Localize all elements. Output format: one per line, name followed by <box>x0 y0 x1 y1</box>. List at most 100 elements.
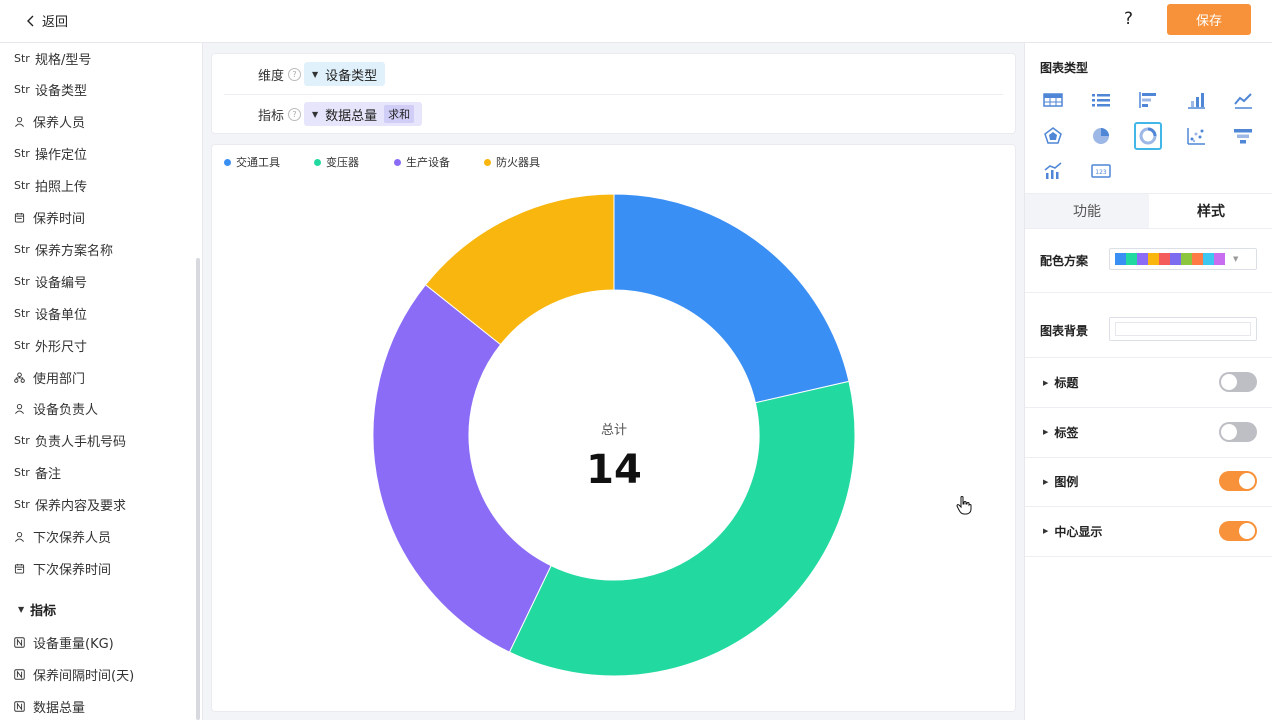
chart-type-title: 图表类型 <box>1040 61 1089 75</box>
field-item-label: 保养时间 <box>33 212 86 227</box>
field-item-label: 操作定位 <box>35 148 88 164</box>
field-item[interactable]: Str 保养方案名称 <box>14 239 113 259</box>
bar-chart-icon-glyph <box>1187 93 1205 109</box>
field-item-label: 保养方案名称 <box>35 243 114 259</box>
user-icon <box>14 116 30 128</box>
hand-cursor-icon <box>956 496 972 515</box>
aggregation-badge[interactable]: 求和 <box>384 105 415 123</box>
line-chart-icon[interactable] <box>1229 86 1257 114</box>
tab-style[interactable]: 样式 <box>1149 194 1272 228</box>
option-toggle[interactable] <box>1219 372 1257 392</box>
caret-right-icon: ▶ <box>1043 527 1049 535</box>
field-item-label: 备注 <box>35 467 62 483</box>
option-row[interactable]: ▶ 标题 <box>1025 358 1272 408</box>
field-item[interactable]: Str 保养内容及要求 <box>14 495 126 515</box>
option-row[interactable]: ▶ 图例 <box>1025 457 1272 507</box>
option-toggle[interactable] <box>1219 421 1257 442</box>
scatter-chart-icon[interactable] <box>1182 122 1210 150</box>
caret-down-icon: ▼ <box>312 109 319 119</box>
field-item-label: 设备重量(KG) <box>33 636 114 652</box>
detail-table-icon[interactable] <box>1087 86 1115 114</box>
text-type-icon: Str <box>14 147 30 161</box>
number-card-icon[interactable]: 123 <box>1087 157 1115 185</box>
option-label-text: 中心显示 <box>1054 524 1103 539</box>
donut-slice-1[interactable] <box>508 380 856 677</box>
donut-slice-2[interactable] <box>372 284 552 653</box>
field-list-panel: ▼ 指标 Str 规格/型号 Str 设备类型 保养人员 Str 操作定位 Str 拍照上传 保养… <box>0 43 203 720</box>
background-color-picker[interactable] <box>1109 317 1257 341</box>
field-item-label: 设备编号 <box>35 275 88 291</box>
horizontal-bar-icon[interactable] <box>1134 86 1162 114</box>
metrics-section-label: 指标 <box>30 604 57 619</box>
palette-label: 配色方案 <box>1040 254 1089 268</box>
combo-chart-icon[interactable] <box>1039 157 1067 185</box>
field-item[interactable]: Str 操作定位 <box>14 144 87 164</box>
detail-table-icon-glyph <box>1091 94 1110 107</box>
field-item[interactable]: Str 设备类型 <box>14 80 87 100</box>
field-item[interactable]: Str 规格/型号 <box>14 48 91 68</box>
field-item[interactable]: Str 设备单位 <box>14 303 87 323</box>
metrics-section-header[interactable]: ▼ 指标 <box>18 600 56 619</box>
caret-right-icon: ▶ <box>1043 378 1049 387</box>
field-item[interactable]: Str 外形尺寸 <box>14 335 87 355</box>
pie-chart-icon[interactable] <box>1087 122 1115 150</box>
field-item[interactable]: 设备负责人 <box>14 399 98 419</box>
field-list-scrollbar[interactable] <box>196 258 200 720</box>
field-item[interactable]: 使用部门 <box>14 367 85 387</box>
metric-label-text: 指标 <box>258 108 285 124</box>
horizontal-bar-icon-glyph <box>1139 92 1156 108</box>
help-circle-icon[interactable]: ? <box>288 67 302 81</box>
config-panel: 维度 ? ▼ 设备类型 指标 ? ▼ 数据总量 求和 <box>211 53 1016 134</box>
field-item[interactable]: 保养间隔时间(天) <box>14 664 134 684</box>
dimension-row: 维度 ? ▼ 设备类型 <box>212 59 1015 89</box>
dimension-label: 维度 ? <box>258 65 302 84</box>
donut-chart-icon[interactable] <box>1134 121 1162 150</box>
number-type-icon <box>14 700 30 712</box>
table-icon[interactable] <box>1039 86 1067 114</box>
donut-slice-0[interactable] <box>613 193 850 404</box>
field-item-label: 规格/型号 <box>35 52 92 68</box>
help-button[interactable]: ? <box>1124 9 1133 29</box>
text-type-icon: Str <box>14 498 30 512</box>
field-item[interactable]: 下次保养时间 <box>14 558 111 578</box>
text-type-icon: Str <box>14 306 30 320</box>
option-row[interactable]: ▶ 标签 <box>1025 408 1272 458</box>
caret-down-icon: ▼ <box>18 605 25 614</box>
field-item[interactable]: Str 拍照上传 <box>14 176 87 196</box>
background-row: 图表背景 <box>1025 293 1272 358</box>
table-icon-glyph <box>1043 93 1063 107</box>
back-button[interactable]: 返回 <box>26 11 68 30</box>
field-item[interactable]: Str 设备编号 <box>14 271 87 291</box>
number-type-icon <box>14 668 30 680</box>
option-toggle[interactable] <box>1219 471 1257 491</box>
field-item[interactable]: 数据总量 <box>14 696 85 716</box>
palette-select[interactable]: ▼ <box>1109 248 1257 270</box>
tab-function[interactable]: 功能 <box>1025 194 1149 228</box>
field-item[interactable]: 设备重量(KG) <box>14 632 114 652</box>
option-toggle[interactable] <box>1219 520 1257 541</box>
background-label: 图表背景 <box>1040 324 1089 338</box>
field-item-label: 保养人员 <box>33 116 86 132</box>
toggle-knob <box>1221 423 1237 440</box>
dimension-chip[interactable]: ▼ 设备类型 <box>304 62 386 86</box>
radar-chart-icon[interactable] <box>1039 122 1067 150</box>
field-item[interactable]: 保养时间 <box>14 208 85 228</box>
back-label: 返回 <box>42 15 69 30</box>
settings-panel: 图表类型 123 功能 样式 配色方案 ▼ 图表背景 ▶ 标题 ▶ 标签 ▶ 图例 ▶ 中心显… <box>1024 43 1272 720</box>
caret-down-icon: ▼ <box>1233 255 1239 263</box>
save-button[interactable]: 保存 <box>1167 4 1251 35</box>
bar-chart-icon[interactable] <box>1182 86 1210 114</box>
help-circle-icon[interactable]: ? <box>288 107 302 121</box>
field-item[interactable]: 保养人员 <box>14 112 85 132</box>
dimension-chip-label: 设备类型 <box>325 68 378 84</box>
metric-row: 指标 ? ▼ 数据总量 求和 <box>212 99 1015 129</box>
option-row[interactable]: ▶ 中心显示 <box>1025 507 1272 557</box>
number-type-icon <box>14 636 30 648</box>
funnel-chart-icon[interactable] <box>1229 122 1257 150</box>
field-item[interactable]: 下次保养人员 <box>14 527 111 547</box>
field-item[interactable]: Str 备注 <box>14 463 61 483</box>
field-item[interactable]: Str 负责人手机号码 <box>14 431 126 451</box>
palette-swatch <box>1115 253 1126 265</box>
metric-chip[interactable]: ▼ 数据总量 求和 <box>304 102 423 126</box>
field-item-label: 设备负责人 <box>33 403 99 419</box>
